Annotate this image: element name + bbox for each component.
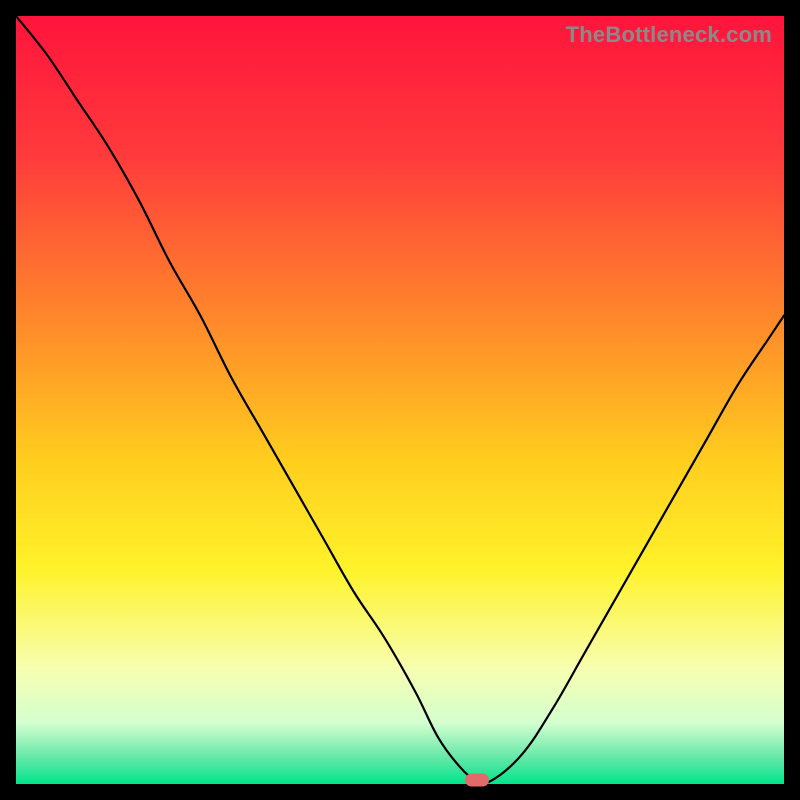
chart-frame: TheBottleneck.com xyxy=(16,16,784,784)
gradient-background xyxy=(16,16,784,784)
optimal-point-marker xyxy=(465,774,489,787)
bottleneck-chart xyxy=(16,16,784,784)
watermark-label: TheBottleneck.com xyxy=(566,22,772,48)
